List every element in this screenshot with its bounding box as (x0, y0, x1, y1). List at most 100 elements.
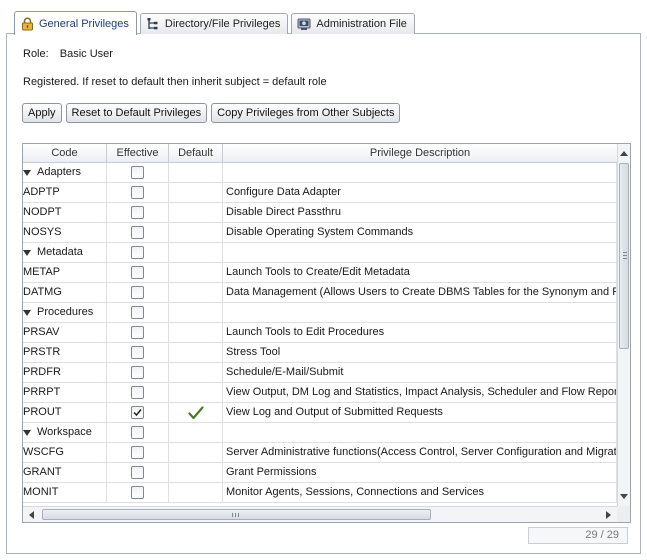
code-cell: PROUT (23, 403, 107, 422)
scroll-up-arrow-icon[interactable] (620, 151, 628, 156)
description-cell: Disable Operating System Commands (223, 223, 617, 242)
scroll-left-arrow-icon[interactable] (29, 511, 34, 519)
column-header-code[interactable]: Code (23, 144, 107, 163)
effective-checkbox[interactable] (131, 426, 144, 439)
code-text: MONIT (23, 486, 59, 498)
code-cell: NODPT (23, 203, 107, 222)
code-cell: PRSTR (23, 343, 107, 362)
effective-checkbox[interactable] (131, 406, 144, 419)
tab-administration-file[interactable]: Administration File (291, 13, 415, 34)
table-row[interactable]: METAP Launch Tools to Create/Edit Metadat… (23, 263, 617, 283)
effective-cell (107, 463, 169, 482)
effective-checkbox[interactable] (131, 226, 144, 239)
effective-cell (107, 483, 169, 502)
grip-line (623, 255, 627, 256)
copy-privileges-button[interactable]: Copy Privileges from Other Subjects (211, 103, 401, 123)
default-cell (169, 303, 223, 322)
code-text: Metadata (37, 246, 83, 258)
column-header-description[interactable]: Privilege Description (223, 144, 617, 163)
default-cell (169, 263, 223, 282)
table-row[interactable]: NODPT Disable Direct Passthru (23, 203, 617, 223)
tab-directory-file-privileges[interactable]: Directory/File Privileges (139, 13, 289, 34)
code-cell: Metadata (23, 243, 107, 262)
tab-label: Administration File (316, 18, 407, 30)
table-row[interactable]: PRSAV Launch Tools to Edit Procedures (23, 323, 617, 343)
table-row[interactable]: NOSYS Disable Operating System Commands (23, 223, 617, 243)
effective-checkbox[interactable] (131, 246, 144, 259)
effective-checkbox[interactable] (131, 446, 144, 459)
default-cell (169, 283, 223, 302)
scroll-down-arrow-icon[interactable] (620, 494, 628, 499)
effective-checkbox[interactable] (131, 366, 144, 379)
code-cell: ADPTP (23, 183, 107, 202)
effective-checkbox[interactable] (131, 346, 144, 359)
column-header-effective[interactable]: Effective (107, 144, 169, 163)
effective-checkbox[interactable] (131, 286, 144, 299)
expand-triangle-icon[interactable] (23, 429, 31, 436)
scroll-right-arrow-icon[interactable] (606, 511, 611, 519)
expand-triangle-icon[interactable] (23, 169, 31, 176)
effective-cell (107, 223, 169, 242)
description-cell (223, 303, 617, 322)
default-cell (169, 383, 223, 402)
default-checkmark-icon (187, 405, 204, 419)
effective-checkbox[interactable] (131, 486, 144, 499)
reset-to-default-button[interactable]: Reset to Default Privileges (65, 103, 208, 123)
tab-label: Directory/File Privileges (164, 18, 281, 30)
group-row[interactable]: Adapters (23, 163, 617, 183)
tab-general-privileges[interactable]: General Privileges (14, 11, 137, 35)
effective-cell (107, 443, 169, 462)
effective-checkbox[interactable] (131, 266, 144, 279)
table-row[interactable]: PRRPT View Output, DM Log and Statistics,… (23, 383, 617, 403)
expand-triangle-icon[interactable] (23, 309, 31, 316)
default-cell (169, 343, 223, 362)
horizontal-scrollbar[interactable] (23, 506, 617, 522)
effective-checkbox[interactable] (131, 306, 144, 319)
table-row[interactable]: MONIT Monitor Agents, Sessions, Connectio… (23, 483, 617, 503)
effective-cell (107, 423, 169, 442)
group-row[interactable]: Metadata (23, 243, 617, 263)
expand-triangle-icon[interactable] (23, 249, 31, 256)
table-row[interactable]: PRSTR Stress Tool (23, 343, 617, 363)
effective-cell (107, 183, 169, 202)
table-row[interactable]: WSCFG Server Administrative functions(Acc… (23, 443, 617, 463)
description-cell: Launch Tools to Edit Procedures (223, 323, 617, 342)
effective-cell (107, 283, 169, 302)
lock-icon (20, 17, 34, 31)
apply-button[interactable]: Apply (22, 103, 62, 123)
code-text: NOSYS (23, 226, 62, 238)
table-row[interactable]: DATMG Data Management (Allows Users to Cr… (23, 283, 617, 303)
description-cell: Stress Tool (223, 343, 617, 362)
vertical-scrollbar[interactable] (617, 144, 630, 506)
effective-checkbox[interactable] (131, 326, 144, 339)
table-row[interactable]: PRDFR Schedule/E-Mail/Submit (23, 363, 617, 383)
effective-checkbox[interactable] (131, 186, 144, 199)
table-row[interactable]: PROUT View Log and Output of Submitted Re… (23, 403, 617, 423)
description-cell: Data Management (Allows Users to Create … (223, 283, 617, 302)
action-toolbar: Apply Reset to Default Privileges Copy P… (22, 103, 404, 123)
code-cell: PRSAV (23, 323, 107, 342)
effective-cell (107, 303, 169, 322)
table-row[interactable]: ADPTP Configure Data Adapter (23, 183, 617, 203)
horizontal-scroll-thumb[interactable] (42, 509, 431, 520)
admin-console-icon (297, 17, 311, 31)
code-text: NODPT (23, 206, 62, 218)
tab-label: General Privileges (39, 17, 129, 30)
vertical-scroll-thumb[interactable] (619, 163, 629, 349)
default-cell (169, 363, 223, 382)
grip-line (238, 513, 239, 517)
effective-checkbox[interactable] (131, 386, 144, 399)
effective-cell (107, 163, 169, 182)
effective-checkbox[interactable] (131, 466, 144, 479)
role-line: Role: Basic User (23, 48, 113, 60)
group-row[interactable]: Workspace (23, 423, 617, 443)
effective-checkbox[interactable] (131, 166, 144, 179)
default-cell (169, 183, 223, 202)
checkbox-check-icon (133, 409, 142, 417)
column-header-default[interactable]: Default (169, 144, 223, 163)
effective-checkbox[interactable] (131, 206, 144, 219)
code-text: Procedures (37, 306, 94, 318)
table-row[interactable]: GRANT Grant Permissions (23, 463, 617, 483)
default-cell (169, 203, 223, 222)
group-row[interactable]: Procedures (23, 303, 617, 323)
